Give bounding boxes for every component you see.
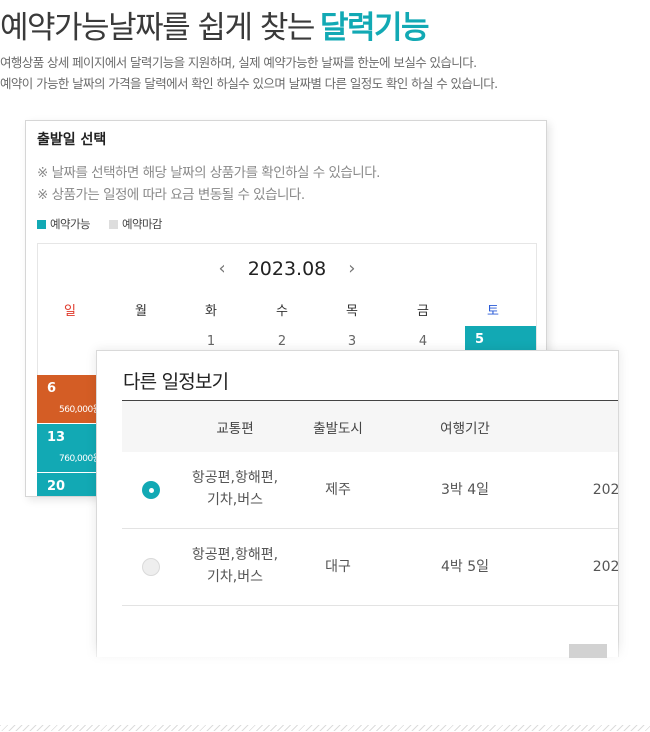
transport-cell: 항공편,항해편, 기차,버스 [192,544,278,588]
city-cell: 대구 [325,559,351,575]
calendar-day[interactable]: 4 [408,334,438,349]
scroll-tab [569,644,607,658]
calendar-day[interactable]: 1 [196,334,226,349]
legend-available: 예약가능 [37,217,91,231]
weekday-label: 화 [205,304,217,319]
description-line: 여행상품 상세 페이지에서 달력기능을 지원하며, 실제 예약가능한 날짜를 한… [0,55,477,70]
legend: 예약가능 예약마감 [37,216,178,232]
other-schedules-card: 다른 일정보기 교통편 출발도시 여행기간 항공편,항해편, 기차,버스 제주 … [96,350,619,657]
date-cell: 2023년 [592,559,619,575]
column-header: 출발도시 [313,421,363,437]
description: 여행상품 상세 페이지에서 달력기능을 지원하며, 실제 예약가능한 날짜를 한… [0,52,498,94]
duration-cell: 4박 5일 [440,559,490,575]
day-number: 20 [47,479,66,494]
calendar-day[interactable]: 3 [337,334,367,349]
column-header: 여행기간 [440,421,490,437]
legend-swatch [108,220,118,229]
month-navigator: ‹ 2023.08 › [38,258,536,280]
headline: 예약가능날짜를 쉽게 찾는 달력기능 [0,2,430,47]
month-label: 2023.08 [247,258,327,280]
notice-line: ※ 상품가는 일정에 따라 요금 변동될 수 있습니다. [37,187,305,203]
weekday-label: 일 [64,304,76,319]
day-number: 13 [47,430,66,445]
city-cell: 제주 [325,482,351,498]
notice-line: ※ 날짜를 선택하면 해당 날짜의 상품가를 확인하실 수 있습니다. [37,165,380,181]
transport-line: 기차,버스 [207,569,263,585]
table-row[interactable]: 항공편,항해편, 기차,버스 대구 4박 5일 2023년 [122,529,619,606]
bottom-fade [0,640,650,670]
legend-label: 예약마감 [121,217,163,231]
transport-line: 항공편,항해편, [191,547,279,563]
date-cell: 2023년 [592,482,619,498]
weekday-label: 금 [417,304,429,319]
weekday-label: 토 [487,304,499,319]
legend-label: 예약가능 [50,217,91,231]
weekday-label: 목 [346,304,358,319]
headline-main: 예약가능날짜를 쉽게 찾는 [0,10,315,46]
legend-closed: 예약마감 [108,217,163,231]
description-line: 예약이 가능한 날짜의 가격을 달력에서 확인 하실수 있으며 날짜별 다른 일… [0,76,498,91]
day-number: 6 [47,381,57,396]
headline-highlight: 달력기능 [319,10,430,46]
chevron-left-icon[interactable]: ‹ [219,258,226,279]
weekday-label: 수 [276,304,288,319]
radio-button[interactable] [142,481,160,499]
day-price: 560,000원 [59,405,101,415]
calendar-day[interactable]: 2 [267,334,297,349]
legend-swatch [37,220,46,229]
day-price: 760,000원 [59,454,101,464]
duration-cell: 3박 4일 [440,482,490,498]
table-row[interactable]: 항공편,항해편, 기차,버스 제주 3박 4일 2023년 [122,452,619,529]
transport-line: 기차,버스 [207,492,263,508]
divider [0,725,650,731]
transport-cell: 항공편,항해편, 기차,버스 [192,467,278,511]
chevron-right-icon[interactable]: › [348,258,355,279]
card-title: 다른 일정보기 [123,371,229,393]
card-title: 출발일 선택 [37,132,107,148]
table-header: 교통편 출발도시 여행기간 [122,400,618,452]
column-header: 교통편 [216,421,254,437]
day-number: 5 [475,332,485,347]
radio-button[interactable] [142,558,160,576]
weekday-label: 월 [135,304,147,319]
transport-line: 항공편,항해편, [191,470,279,486]
